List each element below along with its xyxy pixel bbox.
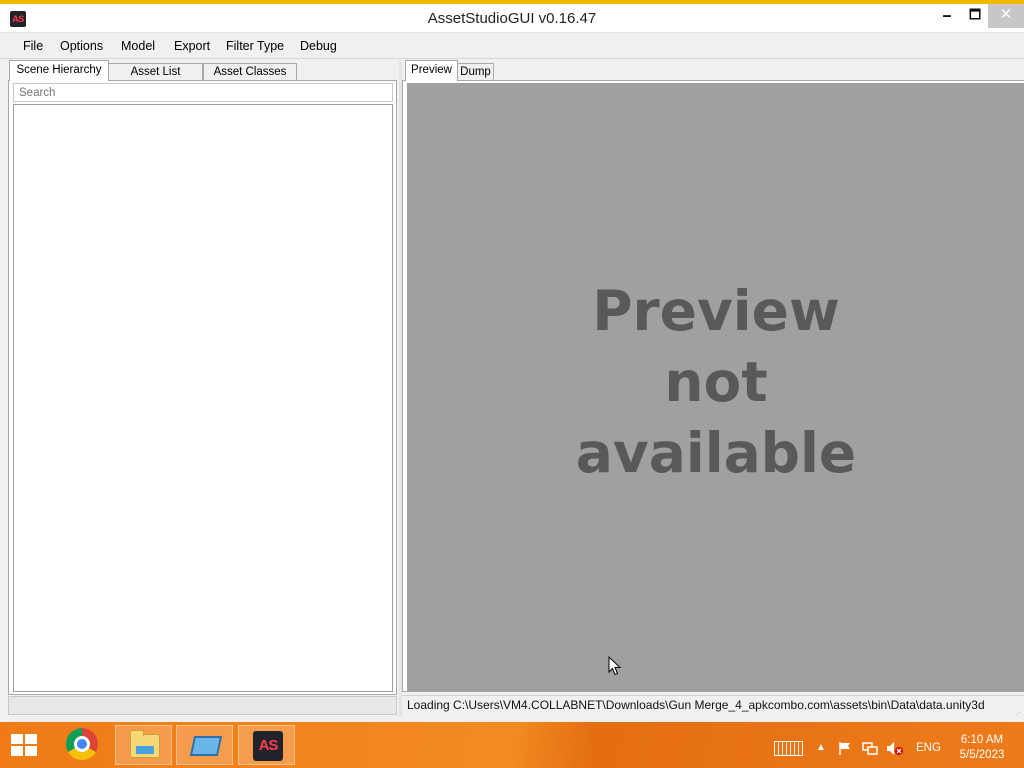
window-title: AssetStudioGUI v0.16.47	[427, 10, 597, 27]
action-center-flag-icon[interactable]	[838, 741, 852, 756]
assetstudio-icon: AS	[253, 731, 283, 761]
mouse-cursor-icon	[608, 656, 622, 676]
search-input[interactable]	[13, 83, 393, 102]
windows-logo-icon	[11, 734, 37, 756]
title-bar[interactable]: AS AssetStudioGUI v0.16.47 🗕 🗖 ✕	[0, 4, 1024, 33]
show-hidden-icons-chevron-icon[interactable]: ▲	[816, 743, 826, 757]
tab-preview[interactable]: Preview	[405, 60, 458, 81]
taskbar-clock[interactable]: 6:10 AM 5/5/2023	[954, 733, 1010, 763]
start-button[interactable]	[0, 722, 48, 768]
menu-debug[interactable]: Debug	[300, 39, 337, 53]
remote-desktop-icon	[189, 736, 223, 756]
resize-grip-icon[interactable]: ⋰	[1014, 706, 1022, 716]
taskbar: AS ▲ ENG 6:10 AM 5/5/2023	[0, 722, 1024, 768]
tab-asset-classes[interactable]: Asset Classes	[203, 63, 297, 81]
maximize-button[interactable]: 🗖	[958, 4, 992, 28]
preview-pane: Preview not available	[402, 80, 1024, 692]
scene-hierarchy-pane	[8, 80, 397, 695]
clock-time: 6:10 AM	[960, 734, 1004, 746]
preview-area: Preview not available	[407, 83, 1024, 691]
taskbar-chrome-button[interactable]	[54, 725, 111, 765]
tab-scene-hierarchy[interactable]: Scene Hierarchy	[9, 60, 109, 81]
status-bar: Loading C:\Users\VM4.COLLABNET\Downloads…	[402, 695, 1024, 716]
left-panel: Scene Hierarchy Asset List Asset Classes	[8, 60, 398, 717]
taskbar-file-explorer-button[interactable]	[115, 725, 172, 765]
taskbar-assetstudio-button[interactable]: AS	[238, 725, 295, 765]
preview-message-line: Preview	[592, 278, 840, 343]
menu-file[interactable]: File	[23, 39, 43, 53]
preview-message-line: not	[664, 349, 768, 414]
left-progress-bar	[8, 696, 397, 715]
volume-muted-icon[interactable]	[886, 741, 904, 756]
file-explorer-icon	[130, 730, 160, 758]
scene-tree-view[interactable]	[13, 104, 393, 692]
tab-dump[interactable]: Dump	[457, 63, 494, 81]
status-text: Loading C:\Users\VM4.COLLABNET\Downloads…	[407, 698, 985, 712]
touch-keyboard-icon[interactable]	[774, 741, 803, 756]
menu-options[interactable]: Options	[60, 39, 103, 53]
chrome-icon	[66, 728, 98, 760]
clock-date: 5/5/2023	[959, 749, 1005, 761]
input-language-indicator[interactable]: ENG	[916, 742, 941, 754]
network-icon[interactable]	[862, 741, 878, 756]
menu-bar: File Options Model Export Filter Type De…	[0, 33, 1024, 59]
preview-not-available-message: Preview not available	[407, 276, 1024, 489]
menu-model[interactable]: Model	[121, 39, 155, 53]
right-panel: Preview Dump Preview not available	[402, 60, 1024, 717]
menu-filter-type[interactable]: Filter Type	[226, 39, 284, 53]
close-button[interactable]: ✕	[988, 4, 1024, 28]
preview-message-line: available	[575, 420, 857, 485]
tab-asset-list[interactable]: Asset List	[108, 63, 203, 81]
taskbar-remote-desktop-button[interactable]	[176, 725, 233, 765]
menu-export[interactable]: Export	[174, 39, 210, 53]
